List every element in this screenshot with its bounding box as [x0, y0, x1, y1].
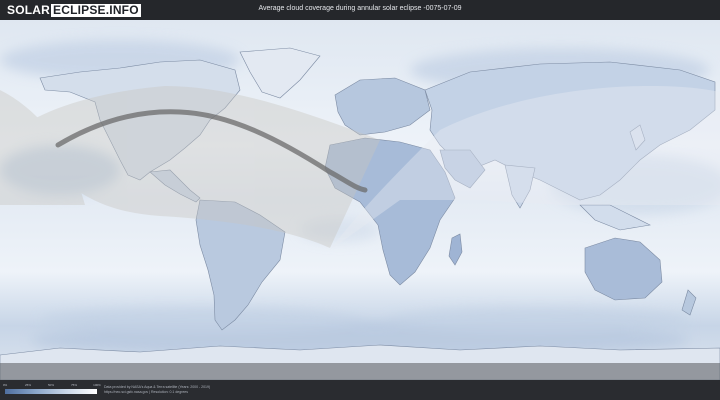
data-credit-text: Data provided by NASA's Aqua & Terra sat… [104, 385, 211, 389]
world-map-svg [0, 20, 720, 380]
cloud-coverage-legend-bar [5, 389, 97, 394]
legend-tick-row: 0% 25% 50% 75% 100% [2, 383, 101, 388]
page-title: Average cloud coverage during annular so… [258, 5, 462, 12]
legend-tick-0: 0% [2, 383, 8, 387]
header-bar: SOLAR ECLIPSE.INFO Average cloud coverag… [0, 0, 720, 20]
legend-tick-75: 75% [70, 383, 78, 387]
legend-tick-100: 100% [93, 383, 101, 387]
data-source-link[interactable]: https://neo.sci.gsfc.nasa.gov | Resoluti… [104, 390, 188, 394]
legend-tick-50: 50% [47, 383, 55, 387]
map-bottom-edge [0, 363, 720, 380]
legend-tick-25: 25% [24, 383, 32, 387]
cloud-coverage-map[interactable] [0, 20, 720, 380]
